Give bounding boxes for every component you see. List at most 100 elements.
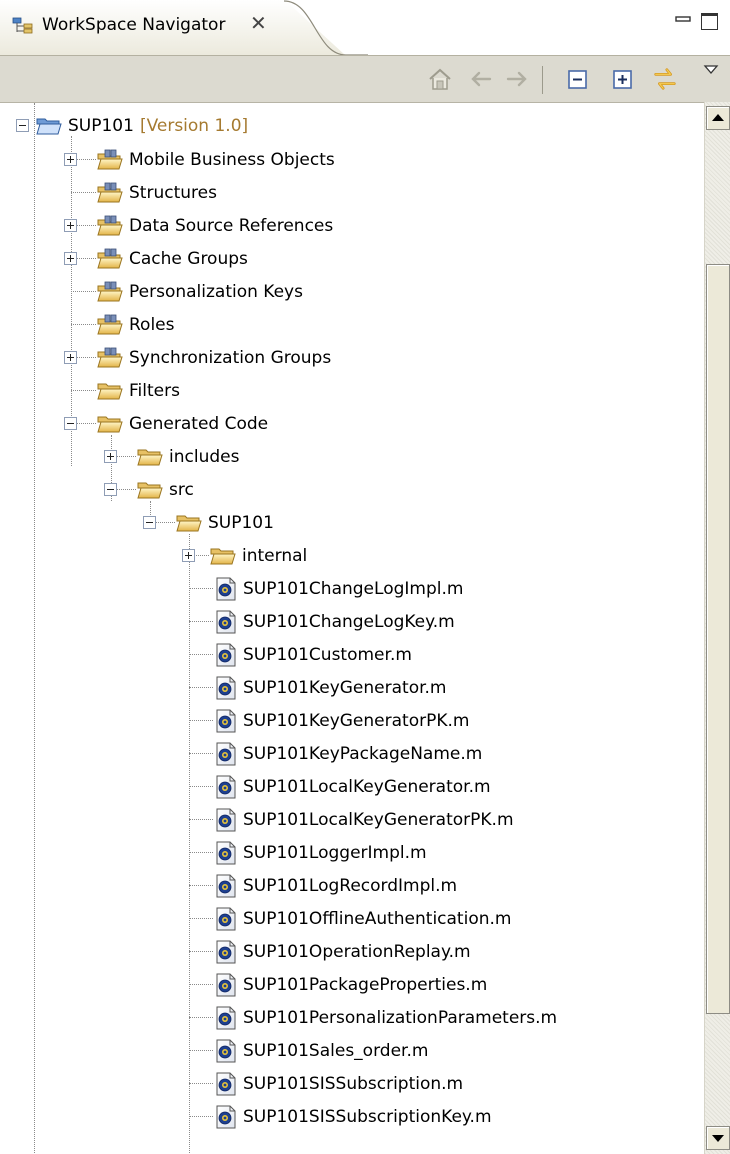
file-label: SUP101LogRecordImpl.m (243, 875, 458, 896)
file-label: SUP101PackageProperties.m (243, 974, 488, 995)
package-folder-icon (97, 149, 123, 171)
scrollbar-thumb[interactable] (706, 264, 730, 1014)
tree-item-sup101-package[interactable]: SUP101 (143, 506, 274, 539)
file-label: SUP101PersonalizationParameters.m (243, 1007, 558, 1028)
expand-icon[interactable] (64, 252, 77, 265)
tree-item-generated-code[interactable]: Generated Code (64, 407, 268, 440)
maximize-icon[interactable] (701, 13, 718, 30)
expand-icon[interactable] (64, 219, 77, 232)
source-file-icon (215, 973, 237, 997)
file-label: SUP101ChangeLogImpl.m (243, 578, 464, 599)
source-file-icon (215, 1105, 237, 1129)
forward-icon[interactable] (504, 66, 530, 92)
toolbar-separator (542, 66, 543, 94)
navigator-icon (12, 17, 33, 34)
close-icon[interactable]: ✕ (250, 13, 267, 33)
source-file-icon (215, 643, 237, 667)
file-item[interactable]: SUP101KeyPackageName.m (215, 737, 482, 770)
tree-item-label: Filters (129, 380, 180, 401)
arrow-down-icon (712, 1135, 724, 1142)
tree-item-label: SUP101 (208, 512, 274, 533)
tree-item-internal[interactable]: internal (182, 539, 307, 572)
tree-item-data-source-references[interactable]: Data Source References (64, 209, 333, 242)
file-item[interactable]: SUP101LocalKeyGeneratorPK.m (215, 803, 514, 836)
file-item[interactable]: SUP101ChangeLogImpl.m (215, 572, 463, 605)
tree-item-roles[interactable]: Roles (97, 308, 175, 341)
tree-item-label: Mobile Business Objects (129, 149, 335, 170)
file-label: SUP101LoggerImpl.m (243, 842, 427, 863)
source-file-icon (215, 610, 237, 634)
package-folder-icon (97, 347, 123, 369)
tree-item-structures[interactable]: Structures (97, 176, 217, 209)
link-with-editor-icon[interactable] (650, 66, 680, 92)
source-file-icon (215, 1006, 237, 1030)
project-folder-icon (36, 115, 62, 137)
collapse-icon[interactable] (143, 516, 156, 529)
folder-icon (176, 512, 202, 534)
file-item[interactable]: SUP101LogRecordImpl.m (215, 869, 457, 902)
file-item[interactable]: SUP101KeyGeneratorPK.m (215, 704, 469, 737)
tree-item-label: Roles (129, 314, 175, 335)
expand-icon[interactable] (182, 549, 195, 562)
file-item[interactable]: SUP101SISSubscription.m (215, 1067, 463, 1100)
collapse-icon[interactable] (104, 483, 117, 496)
file-item[interactable]: SUP101Sales_order.m (215, 1034, 428, 1067)
source-file-icon (215, 808, 237, 832)
project-row-sup101[interactable]: SUP101 [Version 1.0] (16, 109, 248, 142)
source-file-icon (215, 940, 237, 964)
expand-icon[interactable] (64, 351, 77, 364)
file-item[interactable]: SUP101LoggerImpl.m (215, 836, 427, 869)
tree-item-src[interactable]: src (104, 473, 194, 506)
tree-item-label: includes (169, 446, 240, 467)
view-tab-bar: WorkSpace Navigator ✕ (0, 0, 730, 56)
tree-item-personalization-keys[interactable]: Personalization Keys (97, 275, 303, 308)
tree-item-mobile-business-objects[interactable]: Mobile Business Objects (64, 143, 335, 176)
file-label: SUP101KeyPackageName.m (243, 743, 483, 764)
workspace-tree: SUP101 [Version 1.0] Mobile Business Obj… (0, 102, 704, 1154)
file-label: SUP101ChangeLogKey.m (243, 611, 455, 632)
view-menu-icon[interactable] (703, 63, 719, 75)
file-item[interactable]: SUP101OperationReplay.m (215, 935, 471, 968)
folder-icon (210, 545, 236, 567)
home-icon[interactable] (427, 66, 453, 92)
folder-icon (97, 413, 123, 435)
file-label: SUP101KeyGeneratorPK.m (243, 710, 470, 731)
tree-item-label: Cache Groups (129, 248, 248, 269)
back-icon[interactable] (468, 66, 494, 92)
tree-item-includes[interactable]: includes (104, 440, 240, 473)
file-item[interactable]: SUP101PackageProperties.m (215, 968, 487, 1001)
file-item[interactable]: SUP101OfflineAuthentication.m (215, 902, 511, 935)
expand-all-icon[interactable] (611, 66, 635, 92)
file-item[interactable]: SUP101KeyGenerator.m (215, 671, 447, 704)
vertical-scrollbar[interactable] (704, 102, 730, 1154)
arrow-up-icon (712, 114, 724, 121)
expand-icon[interactable] (104, 450, 117, 463)
file-label: SUP101OperationReplay.m (243, 941, 471, 962)
file-item[interactable]: SUP101ChangeLogKey.m (215, 605, 455, 638)
file-item[interactable]: SUP101LocalKeyGenerator.m (215, 770, 491, 803)
scroll-up-button[interactable] (706, 106, 730, 130)
source-file-icon (215, 709, 237, 733)
minimize-icon[interactable] (675, 15, 691, 25)
expand-icon[interactable] (64, 153, 77, 166)
collapse-all-icon[interactable] (566, 66, 590, 92)
scroll-down-button[interactable] (706, 1126, 730, 1150)
source-file-icon (215, 577, 237, 601)
source-file-icon (215, 742, 237, 766)
source-file-icon (215, 907, 237, 931)
tree-item-cache-groups[interactable]: Cache Groups (64, 242, 248, 275)
tree-item-label: Personalization Keys (129, 281, 303, 302)
file-item[interactable]: SUP101SISSubscriptionKey.m (215, 1100, 492, 1133)
package-folder-icon (97, 215, 123, 237)
source-file-icon (215, 775, 237, 799)
collapse-icon[interactable] (64, 417, 77, 430)
folder-icon (97, 380, 123, 402)
collapse-icon[interactable] (16, 119, 29, 132)
tree-item-filters[interactable]: Filters (97, 374, 180, 407)
tree-item-synchronization-groups[interactable]: Synchronization Groups (64, 341, 331, 374)
file-item[interactable]: SUP101Customer.m (215, 638, 412, 671)
file-item[interactable]: SUP101PersonalizationParameters.m (215, 1001, 557, 1034)
file-label: SUP101OfflineAuthentication.m (243, 908, 512, 929)
package-folder-icon (97, 248, 123, 270)
package-folder-icon (97, 314, 123, 336)
